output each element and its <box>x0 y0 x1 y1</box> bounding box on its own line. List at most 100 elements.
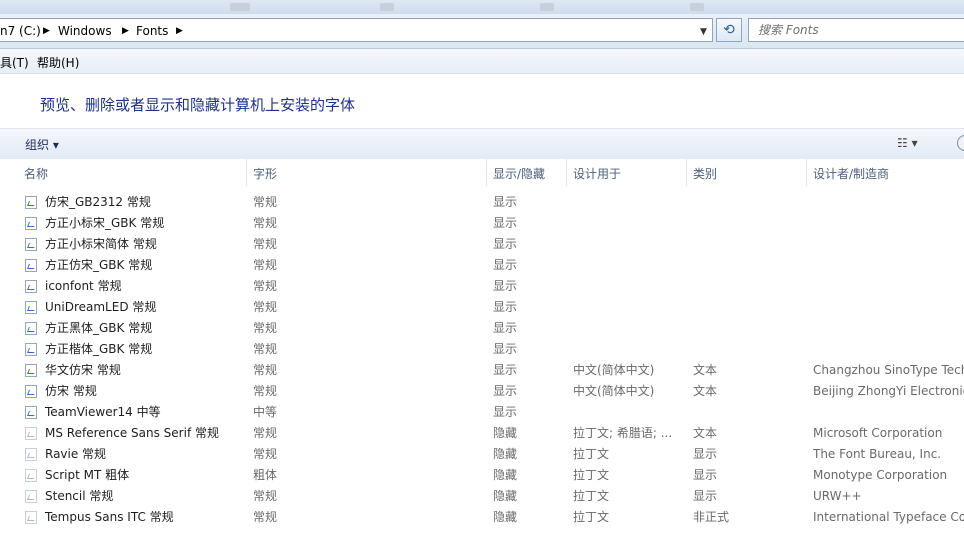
font-visibility: 显示 <box>493 342 518 356</box>
font-file-icon <box>25 406 37 419</box>
font-file-icon <box>25 322 37 335</box>
font-list: 仿宋_GB2312 常规 常规 显示 方正小标宋_GBK 常规 常规 显示 方正小标宋简体 … <box>0 192 964 528</box>
font-row[interactable]: Tempus Sans ITC 常规 常规 隐藏 拉丁文 非正式 Internationa… <box>0 507 964 528</box>
font-row[interactable]: MS Reference Sans Serif 常规 常规 隐藏 拉丁文; 希腊语; … <box>0 423 964 444</box>
blurred-item <box>230 3 250 11</box>
font-style: 常规 <box>253 447 278 461</box>
font-visibility: 显示 <box>493 405 518 419</box>
breadcrumb-arrow-icon[interactable]: ▶ <box>122 23 129 39</box>
font-visibility: 隐藏 <box>493 447 518 461</box>
font-visibility: 显示 <box>493 237 518 251</box>
font-row[interactable]: 华文仿宋 常规 常规 显示 中文(简体中文) 文本 Changzhou SinoType … <box>0 360 964 381</box>
font-row[interactable]: Ravie 常规 常规 隐藏 拉丁文 显示 The Font Bureau, Inc. <box>0 444 964 465</box>
breadcrumb-drive[interactable]: n7 (C:) <box>0 23 41 39</box>
font-file-icon <box>25 343 37 356</box>
font-file-icon <box>25 196 37 209</box>
page-title: 预览、删除或者显示和隐藏计算机上安装的字体 <box>40 96 356 114</box>
font-visibility: 显示 <box>493 384 518 398</box>
font-visibility: 隐藏 <box>493 489 518 503</box>
font-category: 显示 <box>693 447 718 461</box>
column-name[interactable]: 名称 <box>24 165 48 182</box>
taskbar-strip <box>0 0 964 14</box>
organize-button[interactable]: 组织 ▾ <box>25 136 59 153</box>
font-style: 常规 <box>253 195 278 209</box>
font-style: 常规 <box>253 342 278 356</box>
font-name: 华文仿宋 常规 <box>45 363 121 377</box>
breadcrumb-windows[interactable]: Windows <box>58 23 112 39</box>
menu-tools[interactable]: 具(T) <box>0 54 29 71</box>
font-designer: Beijing ZhongYi Electronic <box>813 384 964 398</box>
font-designer: Microsoft Corporation <box>813 426 943 440</box>
address-dropdown-icon[interactable]: ▼ <box>700 27 707 37</box>
font-row[interactable]: TeamViewer14 中等 中等 显示 <box>0 402 964 423</box>
font-visibility: 显示 <box>493 195 518 209</box>
font-category: 显示 <box>693 468 718 482</box>
font-name: iconfont 常规 <box>45 279 122 293</box>
refresh-button[interactable]: ⟲ <box>716 18 742 42</box>
column-divider[interactable] <box>686 159 687 186</box>
column-divider[interactable] <box>246 159 247 186</box>
font-row[interactable]: 仿宋_GB2312 常规 常规 显示 <box>0 192 964 213</box>
font-file-icon <box>25 427 37 440</box>
font-row[interactable]: 方正黑体_GBK 常规 常规 显示 <box>0 318 964 339</box>
font-designed-for: 拉丁文 <box>573 468 610 482</box>
font-row[interactable]: Script MT 粗体 粗体 隐藏 拉丁文 显示 Monotype Corporatio… <box>0 465 964 486</box>
breadcrumb-fonts[interactable]: Fonts <box>136 23 168 39</box>
font-style: 常规 <box>253 300 278 314</box>
font-style: 常规 <box>253 363 278 377</box>
font-file-icon <box>25 511 37 524</box>
font-visibility: 隐藏 <box>493 468 518 482</box>
font-visibility: 显示 <box>493 300 518 314</box>
font-row[interactable]: 方正楷体_GBK 常规 常规 显示 <box>0 339 964 360</box>
font-style: 常规 <box>253 321 278 335</box>
font-category: 显示 <box>693 489 718 503</box>
font-designed-for: 拉丁文 <box>573 489 610 503</box>
font-designer: International Typeface Cor <box>813 510 964 524</box>
font-visibility: 显示 <box>493 321 518 335</box>
help-icon[interactable] <box>957 135 964 151</box>
font-file-icon <box>25 259 37 272</box>
font-file-icon <box>25 448 37 461</box>
menu-bar: 具(T) 帮助(H) <box>0 49 964 74</box>
font-row[interactable]: iconfont 常规 常规 显示 <box>0 276 964 297</box>
font-name: Script MT 粗体 <box>45 468 130 482</box>
breadcrumb-arrow-icon[interactable]: ▶ <box>176 23 183 39</box>
font-row[interactable]: Stencil 常规 常规 隐藏 拉丁文 显示 URW++ <box>0 486 964 507</box>
font-name: Stencil 常规 <box>45 489 114 503</box>
font-name: MS Reference Sans Serif 常规 <box>45 426 219 440</box>
font-row[interactable]: 方正小标宋简体 常规 常规 显示 <box>0 234 964 255</box>
font-style: 常规 <box>253 426 278 440</box>
font-file-icon <box>25 490 37 503</box>
search-input[interactable]: 搜索 Fonts <box>748 18 964 42</box>
font-style: 中等 <box>253 405 278 419</box>
font-row[interactable]: 仿宋 常规 常规 显示 中文(简体中文) 文本 Beijing ZhongYi Elect… <box>0 381 964 402</box>
font-file-icon <box>25 301 37 314</box>
column-divider[interactable] <box>806 159 807 186</box>
breadcrumb-arrow-icon[interactable]: ▶ <box>43 23 50 39</box>
blurred-item <box>380 3 394 11</box>
command-bar: 组织 ▾ ☷ ▾ <box>0 128 964 160</box>
font-name: 方正仿宋_GBK 常规 <box>45 258 153 272</box>
font-style: 常规 <box>253 384 278 398</box>
font-designed-for: 中文(简体中文) <box>573 363 655 377</box>
address-bar[interactable]: n7 (C:) ▶ Windows ▶ Fonts ▶ ▼ <box>0 18 713 42</box>
font-file-icon <box>25 217 37 230</box>
font-style: 粗体 <box>253 468 278 482</box>
font-row[interactable]: 方正小标宋_GBK 常规 常规 显示 <box>0 213 964 234</box>
font-designer: The Font Bureau, Inc. <box>813 447 942 461</box>
column-designed-for[interactable]: 设计用于 <box>573 165 621 182</box>
font-row[interactable]: 方正仿宋_GBK 常规 常规 显示 <box>0 255 964 276</box>
column-divider[interactable] <box>486 159 487 186</box>
column-show-hide[interactable]: 显示/隐藏 <box>493 165 545 182</box>
column-category[interactable]: 类别 <box>693 165 717 182</box>
font-file-icon <box>25 364 37 377</box>
view-options-icon[interactable]: ☷ ▾ <box>897 136 918 150</box>
column-designer[interactable]: 设计者/制造商 <box>813 165 889 182</box>
column-style[interactable]: 字形 <box>253 165 277 182</box>
font-row[interactable]: UniDreamLED 常规 常规 显示 <box>0 297 964 318</box>
menu-help[interactable]: 帮助(H) <box>37 54 79 71</box>
font-file-icon <box>25 469 37 482</box>
column-divider[interactable] <box>566 159 567 186</box>
font-file-icon <box>25 280 37 293</box>
font-style: 常规 <box>253 258 278 272</box>
